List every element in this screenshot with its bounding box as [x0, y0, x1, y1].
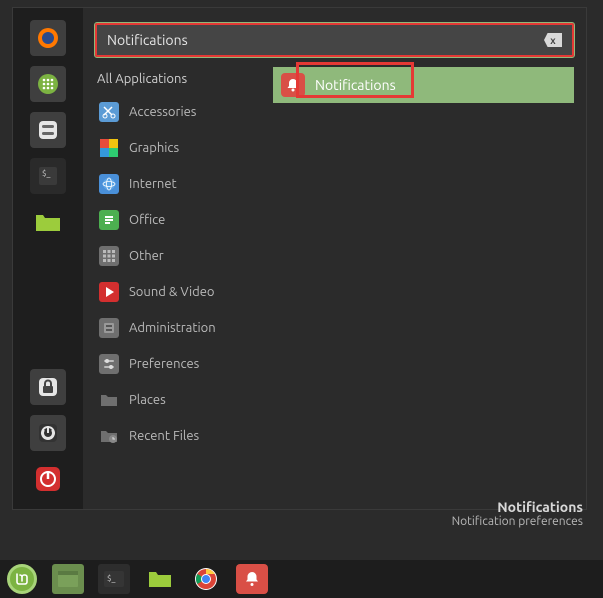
fav-apps[interactable] [30, 66, 66, 102]
taskbar-desktop[interactable] [52, 564, 84, 594]
clear-search-icon[interactable]: x [544, 33, 562, 47]
fav-terminal[interactable]: $_ [30, 158, 66, 194]
fav-shutdown[interactable] [30, 461, 66, 497]
category-other[interactable]: Other [95, 241, 265, 271]
search-input[interactable] [107, 32, 544, 48]
category-preferences[interactable]: Preferences [95, 349, 265, 379]
category-office[interactable]: Office [95, 205, 265, 235]
prefs-icon [99, 354, 119, 374]
fav-lock[interactable] [30, 369, 66, 405]
category-internet[interactable]: Internet [95, 169, 265, 199]
svg-text:$_: $_ [107, 574, 116, 583]
admin-icon [99, 318, 119, 338]
results-list: Notifications [273, 67, 574, 499]
category-recent[interactable]: Recent Files [95, 421, 265, 451]
grid-icon [99, 246, 119, 266]
fav-firefox[interactable] [30, 20, 66, 56]
search-field[interactable]: x [95, 23, 574, 57]
mint-menu: $_ x All Applications Accessories Graphi… [12, 7, 587, 510]
svg-text:$_: $_ [42, 169, 51, 178]
tooltip: Notifications Notification preferences [452, 499, 583, 528]
category-graphics[interactable]: Graphics [95, 133, 265, 163]
category-accessories[interactable]: Accessories [95, 97, 265, 127]
mint-logo-icon [7, 564, 37, 594]
scissors-icon [99, 102, 119, 122]
menu-main-area: x All Applications Accessories Graphics … [83, 8, 586, 509]
result-label: Notifications [315, 77, 396, 93]
globe-icon [99, 174, 119, 194]
category-list: All Applications Accessories Graphics In… [95, 67, 265, 499]
play-icon [99, 282, 119, 302]
result-notifications[interactable]: Notifications [273, 67, 574, 103]
fav-files[interactable] [30, 204, 66, 240]
favorites-column: $_ [13, 8, 83, 509]
category-all[interactable]: All Applications [95, 67, 265, 91]
taskbar-mint-menu[interactable] [6, 564, 38, 594]
category-places[interactable]: Places [95, 385, 265, 415]
bell-icon [281, 73, 305, 97]
taskbar-terminal[interactable]: $_ [98, 564, 130, 594]
graphics-icon [99, 138, 119, 158]
taskbar-chrome[interactable] [190, 564, 222, 594]
taskbar-notifications[interactable] [236, 564, 268, 594]
tooltip-desc: Notification preferences [452, 515, 583, 528]
category-sound-video[interactable]: Sound & Video [95, 277, 265, 307]
fav-logout[interactable] [30, 415, 66, 451]
tooltip-title: Notifications [452, 499, 583, 515]
taskbar-files[interactable] [144, 564, 176, 594]
fav-settings[interactable] [30, 112, 66, 148]
taskbar: $_ [0, 560, 603, 598]
folder-icon [99, 390, 119, 410]
category-administration[interactable]: Administration [95, 313, 265, 343]
office-icon [99, 210, 119, 230]
recent-icon [99, 426, 119, 446]
